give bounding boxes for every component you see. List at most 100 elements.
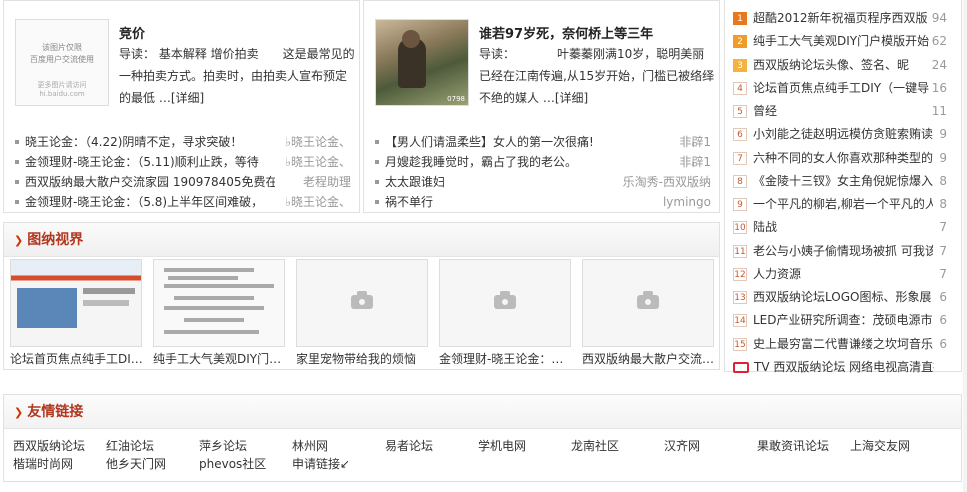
friend-link[interactable]: 楷瑞时尚网 <box>13 455 73 473</box>
friend-link[interactable]: 萍乡论坛 <box>199 437 247 455</box>
thread-title[interactable]: 【男人们请温柔些】女人的第一次很痛! <box>385 132 594 152</box>
friend-link[interactable]: 学机电网 <box>478 437 526 455</box>
ranking-title[interactable]: 人力资源 <box>753 263 801 285</box>
friend-link[interactable]: 汉齐网 <box>664 437 700 455</box>
ranking-item[interactable]: 11 老公与小姨子偷情现场被抓 可我该 7 <box>733 240 961 262</box>
camera-lens-icon <box>643 297 653 307</box>
list-item[interactable]: 西双版纳最大散户交流家园 190978405免费在 老程助理 <box>12 172 353 192</box>
picture-thumbnail[interactable] <box>10 259 142 347</box>
ranking-title[interactable]: 西双版纳论坛LOGO图标、形象展 <box>753 286 931 308</box>
thread-author[interactable]: 非辟1 <box>679 132 711 152</box>
picture-item[interactable]: 纯手工大气美观DIY门… <box>153 259 285 369</box>
ranking-title[interactable]: 纯手工大气美观DIY门户模版开始 <box>753 30 929 52</box>
thread-author[interactable]: 老程助理 <box>303 172 351 192</box>
ranking-title[interactable]: 小刘能之徒赵明远模仿贪赃索贿读 <box>753 123 933 145</box>
article-title[interactable]: 谁若97岁死，奈何桥上等三年 <box>479 23 653 42</box>
friend-link[interactable]: 他乡天门网 <box>106 455 166 473</box>
ranking-title[interactable]: 《金陵十三钗》女主角倪妮惊爆入 <box>753 170 933 192</box>
thread-author[interactable]: 非辟1 <box>679 152 711 172</box>
ranking-item[interactable]: 8 《金陵十三钗》女主角倪妮惊爆入 8 <box>733 170 961 192</box>
scrollbar-track[interactable] <box>963 0 967 492</box>
ranking-title[interactable]: TV 西双版纳论坛 网络电视高清直播 <box>754 356 934 378</box>
friend-link[interactable]: 易者论坛 <box>385 437 433 455</box>
detail-link[interactable]: [详细] <box>171 91 204 105</box>
thread-title[interactable]: 金领理财-晓王论金：（5.8)上半年区间难破， <box>25 192 263 212</box>
list-item[interactable]: 【男人们请温柔些】女人的第一次很痛! 非辟1 <box>372 132 713 152</box>
ranking-title[interactable]: 六种不同的女人你喜欢那种类型的 <box>753 147 933 169</box>
ranking-item[interactable]: TV 西双版纳论坛 网络电视高清直播 <box>733 356 961 378</box>
ranking-item[interactable]: 10 陆战 7 <box>733 216 961 238</box>
picture-caption[interactable]: 西双版纳最大散户交流… <box>582 349 714 369</box>
ranking-item[interactable]: 7 六种不同的女人你喜欢那种类型的 9 <box>733 147 961 169</box>
ranking-item[interactable]: 3 西双版纳论坛头像、签名、昵 24 <box>733 54 961 76</box>
thread-author[interactable]: lymingo <box>663 192 711 212</box>
list-item[interactable]: 祸不单行 lymingo <box>372 192 713 212</box>
ranking-item[interactable]: 9 一个平凡的柳岩,柳岩一个平凡的人 8 <box>733 193 961 215</box>
thread-title[interactable]: 太太跟谁妇 <box>385 172 445 192</box>
thread-list-left: 晓王论金：（4.22)阴晴不定，寻求突破！ ♭晓王论金、 金领理财-晓王论金：（5.… <box>12 132 353 212</box>
picture-item[interactable]: 家里宠物带给我的烦恼 <box>296 259 428 369</box>
thread-author[interactable]: 乐淘秀-西双版纳 <box>623 172 711 192</box>
article-thumbnail[interactable]: 该图片仅限 百度用户交流使用 更多图片请访问 hi.baidu.com <box>15 19 109 106</box>
friend-link[interactable]: 申请链接↙ <box>292 455 350 473</box>
ranking-item[interactable]: 6 小刘能之徒赵明远模仿贪赃索贿读 9 <box>733 123 961 145</box>
list-item[interactable]: 金领理财-晓王论金：（5.8)上半年区间难破， ♭晓王论金、 <box>12 192 353 212</box>
thumbnail-line <box>164 268 254 272</box>
thread-title[interactable]: 金领理财-晓王论金：（5.11)顺利止跌，等待 <box>25 152 259 172</box>
ranking-title[interactable]: 超酷2012新年祝福页程序西双版 <box>753 7 928 29</box>
list-item[interactable]: 太太跟谁妇 乐淘秀-西双版纳 <box>372 172 713 192</box>
camera-placeholder-icon[interactable] <box>439 259 571 347</box>
ranking-title[interactable]: 老公与小姨子偷情现场被抓 可我该 <box>753 240 933 262</box>
picture-caption[interactable]: 金领理财-晓王论金：… <box>439 349 571 369</box>
camera-placeholder-icon[interactable] <box>296 259 428 347</box>
thread-author[interactable]: ♭晓王论金、 <box>285 132 351 152</box>
ranking-title[interactable]: 曾经 <box>753 100 777 122</box>
ranking-title[interactable]: 论坛首页焦点纯手工DIY（一键导 <box>753 77 929 99</box>
thread-title[interactable]: 祸不单行 <box>385 192 433 212</box>
picture-item[interactable]: 论坛首页焦点纯手工DI… <box>10 259 142 369</box>
friend-link[interactable]: phevos社区 <box>199 455 266 473</box>
ranking-item[interactable]: 5 曾经 11 <box>733 100 961 122</box>
thread-title[interactable]: 月嫂趁我睡觉时，霸占了我的老公。 <box>385 152 577 172</box>
friend-link[interactable]: 果敢资讯论坛 <box>757 437 829 455</box>
tv-icon <box>733 361 749 373</box>
picture-caption[interactable]: 家里宠物带给我的烦恼 <box>296 349 428 369</box>
camera-placeholder-icon[interactable] <box>582 259 714 347</box>
list-item[interactable]: 金领理财-晓王论金：（5.11)顺利止跌，等待 ♭晓王论金、 <box>12 152 353 172</box>
detail-link[interactable]: [详细] <box>555 91 588 105</box>
ranking-item[interactable]: 4 论坛首页焦点纯手工DIY（一键导 16 <box>733 77 961 99</box>
reply-count: 8 <box>939 173 947 188</box>
ranking-title[interactable]: LED产业研究所调查：茂硕电源市 <box>753 309 933 331</box>
ranking-item[interactable]: 12 人力资源 7 <box>733 263 961 285</box>
thread-title[interactable]: 西双版纳最大散户交流家园 190978405免费在 <box>25 172 275 192</box>
list-item[interactable]: 晓王论金：（4.22)阴晴不定，寻求突破！ ♭晓王论金、 <box>12 132 353 152</box>
friend-link[interactable]: 上海交友网 <box>850 437 910 455</box>
picture-thumbnail[interactable] <box>153 259 285 347</box>
ranking-item[interactable]: 2 纯手工大气美观DIY门户模版开始 62 <box>733 30 961 52</box>
rank-badge: 10 <box>733 221 747 235</box>
rank-badge: 13 <box>733 291 747 304</box>
friend-link[interactable]: 西双版纳论坛 <box>13 437 85 455</box>
thread-author[interactable]: ♭晓王论金、 <box>285 152 351 172</box>
friend-link[interactable]: 红油论坛 <box>106 437 154 455</box>
friend-link[interactable]: 龙南社区 <box>571 437 619 455</box>
friend-link[interactable]: 林州网 <box>292 437 328 455</box>
featured-panel-middle: 0798 谁若97岁死，奈何桥上等三年 导读： 叶蓁蓁刚满10岁，聪明美丽已经在… <box>363 0 720 213</box>
ranking-title[interactable]: 陆战 <box>753 216 777 238</box>
picture-caption[interactable]: 纯手工大气美观DIY门… <box>153 349 285 369</box>
ranking-item[interactable]: 14 LED产业研究所调查：茂硕电源市 6 <box>733 309 961 331</box>
ranking-item[interactable]: 1 超酷2012新年祝福页程序西双版 94 <box>733 7 961 29</box>
thread-title[interactable]: 晓王论金：（4.22)阴晴不定，寻求突破！ <box>25 132 242 152</box>
picture-item[interactable]: 西双版纳最大散户交流… <box>582 259 714 369</box>
ranking-item[interactable]: 15 史上最穷富二代曹谦缕之坎坷音乐 6 <box>733 333 961 355</box>
ranking-title[interactable]: 史上最穷富二代曹谦缕之坎坷音乐 <box>753 333 933 355</box>
picture-item[interactable]: 金领理财-晓王论金：… <box>439 259 571 369</box>
ranking-title[interactable]: 西双版纳论坛头像、签名、昵 <box>753 54 909 76</box>
ranking-item[interactable]: 13 西双版纳论坛LOGO图标、形象展 6 <box>733 286 961 308</box>
thread-author[interactable]: ♭晓王论金、 <box>285 192 351 212</box>
ranking-title[interactable]: 一个平凡的柳岩,柳岩一个平凡的人 <box>753 193 933 215</box>
article-title[interactable]: 竞价 <box>119 23 145 42</box>
picture-caption[interactable]: 论坛首页焦点纯手工DI… <box>10 349 142 369</box>
article-thumbnail[interactable]: 0798 <box>375 19 469 106</box>
list-item[interactable]: 月嫂趁我睡觉时，霸占了我的老公。 非辟1 <box>372 152 713 172</box>
